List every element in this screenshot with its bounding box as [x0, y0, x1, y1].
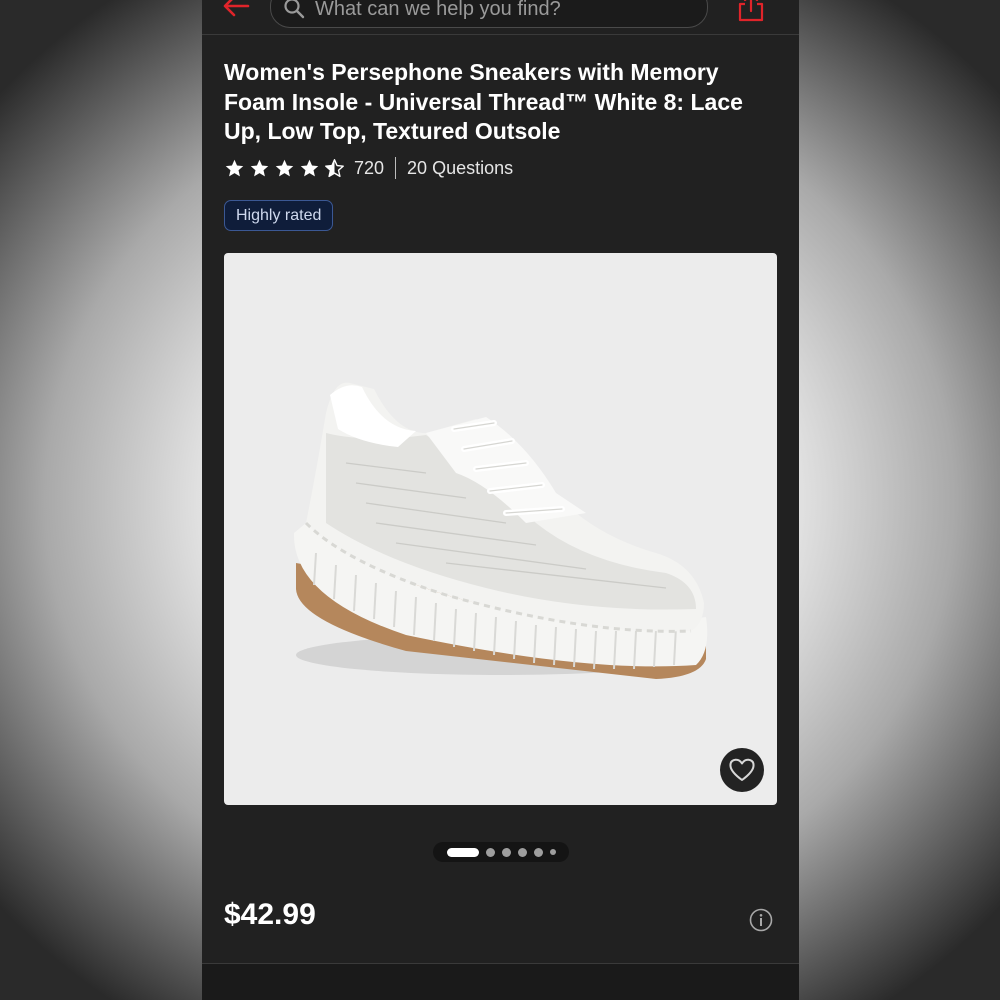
heart-icon: [729, 758, 755, 781]
search-input[interactable]: [313, 0, 697, 23]
back-button[interactable]: [220, 0, 252, 22]
star-full-icon: [225, 159, 244, 176]
pagination-dot[interactable]: [517, 847, 527, 857]
product-image-carousel[interactable]: [224, 253, 777, 805]
questions-link[interactable]: 20 Questions: [407, 158, 513, 179]
share-icon: [738, 0, 764, 22]
top-navigation-bar: [202, 0, 799, 35]
star-full-icon: [275, 159, 294, 176]
product-image: [293, 382, 708, 679]
arrow-left-icon: [223, 0, 250, 17]
carousel-pagination[interactable]: [433, 842, 569, 862]
star-full-icon: [300, 159, 319, 176]
search-bar[interactable]: [270, 0, 708, 28]
star-full-icon: [250, 159, 269, 176]
highly-rated-badge: Highly rated: [224, 200, 334, 231]
product-page: Women's Persephone Sneakers with Memory …: [202, 0, 799, 1000]
pagination-dot[interactable]: [549, 849, 556, 855]
divider: [395, 157, 397, 179]
favorite-button[interactable]: [720, 748, 764, 792]
pagination-dot[interactable]: [485, 847, 495, 857]
pagination-dot[interactable]: [501, 847, 511, 857]
review-count[interactable]: 720: [354, 158, 384, 179]
pagination-dot-active[interactable]: [446, 847, 479, 857]
share-button[interactable]: [738, 0, 764, 22]
star-half-icon: [325, 158, 344, 177]
search-icon: [284, 0, 305, 19]
product-price: $42.99: [224, 898, 316, 931]
price-info-button[interactable]: [749, 908, 773, 932]
star-rating: [224, 158, 345, 179]
pagination-dot[interactable]: [533, 847, 543, 857]
bottom-section: [202, 964, 799, 1000]
info-icon: [749, 908, 773, 932]
rating-row[interactable]: 720 20 Questions: [224, 155, 513, 181]
product-title: Women's Persephone Sneakers with Memory …: [224, 59, 743, 144]
